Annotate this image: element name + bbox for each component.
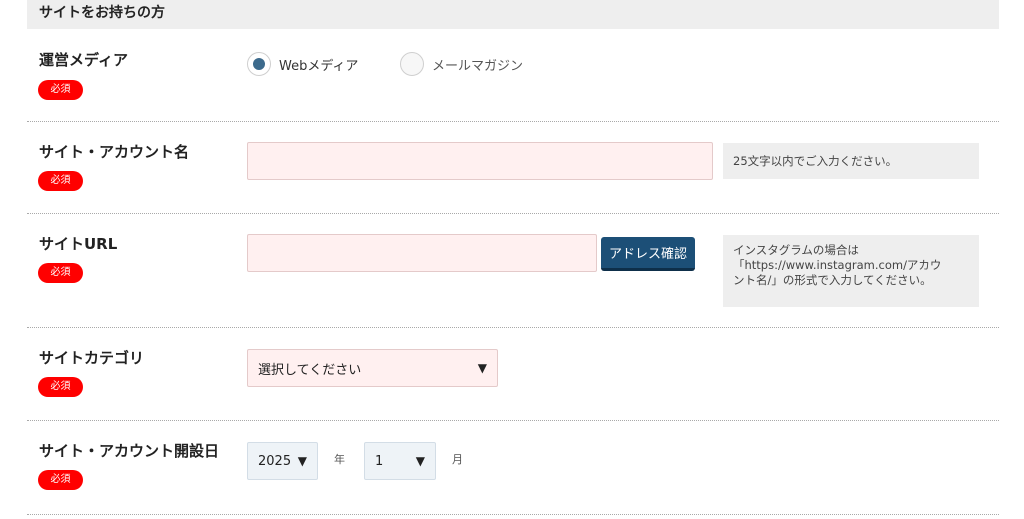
site-url-note: インスタグラムの場合は 「https://www.instagram.com/ア… [723,235,979,307]
required-badge: 必須 [38,80,83,100]
radio-web-media-label: Webメディア [279,58,359,74]
site-name-row: サイト・アカウント名 必須 25文字以内でご入力ください。 [27,139,999,199]
opened-date-label: サイト・アカウント開設日 [39,442,220,460]
triangle-down-icon: ▼ [477,361,487,375]
divider [27,327,999,328]
month-select-value: 1 [375,453,384,469]
radio-mail-magazine[interactable]: メールマガジン [400,52,523,76]
divider [27,420,999,421]
site-name-input[interactable] [247,142,713,180]
radio-checked-icon [247,52,271,76]
month-unit: 月 [452,453,463,466]
site-url-input[interactable] [247,234,597,272]
site-url-note-line: ント名/」の形式で入力してください。 [733,273,932,287]
year-unit: 年 [334,453,345,466]
month-select[interactable]: 1 ▼ [364,442,436,480]
site-url-note-line: インスタグラムの場合は [733,243,859,257]
opened-date-row: サイト・アカウント開設日 必須 2025 ▼ 年 1 ▼ 月 [27,438,999,498]
required-badge: 必須 [38,377,83,397]
media-row: 運営メディア 必須 Webメディア メールマガジン [27,46,999,102]
divider [27,514,999,515]
category-label: サイトカテゴリ [39,349,145,367]
site-url-label: サイトURL [39,235,118,253]
required-badge: 必須 [38,470,83,490]
triangle-down-icon: ▼ [297,454,307,468]
media-label: 運営メディア [39,51,128,69]
required-badge: 必須 [38,171,83,191]
year-select[interactable]: 2025 ▼ [247,442,318,480]
category-select[interactable]: 選択してください ▼ [247,349,498,387]
radio-web-media[interactable]: Webメディア [247,52,358,76]
category-select-value: 選択してください [258,362,362,378]
year-select-value: 2025 [258,453,292,469]
divider [27,121,999,122]
site-url-row: サイトURL 必須 アドレス確認 インスタグラムの場合は 「https://ww… [27,231,999,311]
triangle-down-icon: ▼ [415,454,425,468]
section-title: サイトをお持ちの方 [27,0,999,29]
site-url-note-line: 「https://www.instagram.com/アカウ [733,258,942,272]
divider [27,213,999,214]
required-badge: 必須 [38,263,83,283]
site-name-label: サイト・アカウント名 [39,143,190,161]
radio-mail-magazine-label: メールマガジン [432,58,524,74]
category-row: サイトカテゴリ 必須 選択してください ▼ [27,345,999,405]
radio-unchecked-icon [400,52,424,76]
site-name-note: 25文字以内でご入力ください。 [723,143,979,179]
address-check-button[interactable]: アドレス確認 [601,237,696,271]
